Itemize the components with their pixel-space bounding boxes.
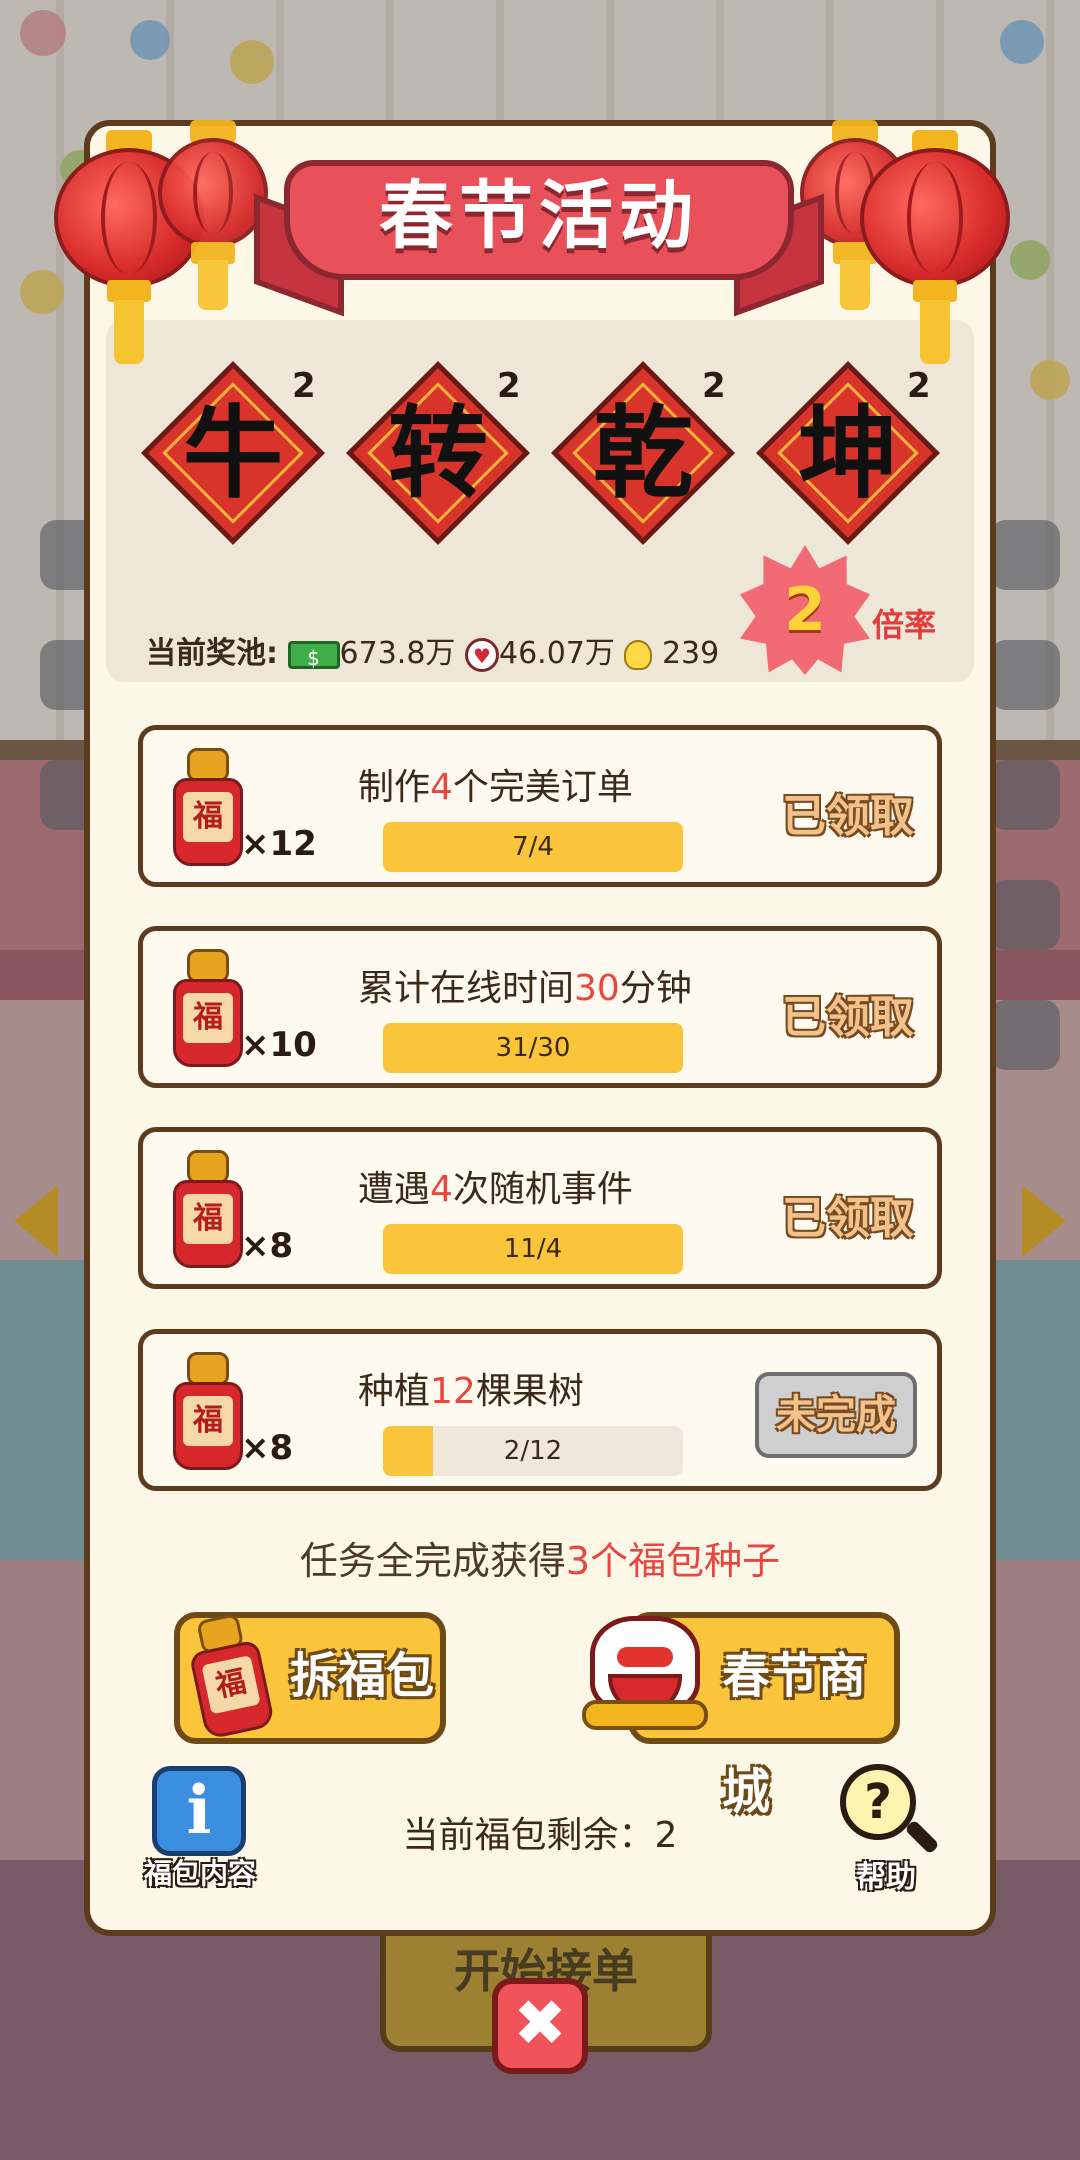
pool-label: 当前奖池: xyxy=(146,636,278,671)
help-button[interactable]: ? xyxy=(840,1764,916,1840)
progress-text: 2/12 xyxy=(503,1436,563,1466)
open-fu-bag-label: 拆福包 xyxy=(290,1648,435,1704)
fu-bag-icon: 福 xyxy=(173,1150,243,1268)
reward-count: ×8 xyxy=(241,1428,294,1468)
claimed-status: 已领取 xyxy=(782,1193,914,1244)
task-text: 累计在线时间30分钟 xyxy=(358,968,692,1009)
task-text: 制作4个完美订单 xyxy=(358,767,633,808)
card-count: 2 xyxy=(702,366,726,406)
progress-bar: 11/4 xyxy=(383,1224,683,1274)
heart-icon: ♥ xyxy=(464,637,499,672)
reward-count: ×10 xyxy=(241,1025,317,1065)
fu-bag-icon: 福 xyxy=(173,949,243,1067)
multiplier-badge: 2 xyxy=(740,545,870,675)
pool-money: 673.8万 xyxy=(339,636,456,671)
progress-bar: 31/30 xyxy=(383,1023,683,1073)
reward-count: ×12 xyxy=(241,824,317,864)
lantern-icon xyxy=(860,130,1010,370)
fu-bag-icon: 福 xyxy=(182,1610,276,1740)
close-button[interactable]: ✖ xyxy=(492,1978,588,2074)
money-icon: $ xyxy=(287,640,340,670)
pool-heart: 46.07万 xyxy=(498,636,615,671)
progress-bar: 2/12 xyxy=(383,1426,683,1476)
progress-bar: 7/4 xyxy=(383,822,683,872)
fu-bag-icon: 福 xyxy=(173,1352,243,1470)
reward-count: ×8 xyxy=(241,1226,294,1266)
task-card: 福 ×8 遭遇4次随机事件 11/4 已领取 xyxy=(138,1127,942,1289)
task-text: 种植12棵果树 xyxy=(358,1371,584,1412)
lion-dance-icon xyxy=(582,1610,708,1740)
fu-bag-icon: 福 xyxy=(173,748,243,866)
multiplier-value: 2 xyxy=(784,575,826,645)
lantern-icon xyxy=(158,120,268,320)
task-card: 福 ×8 种植12棵果树 2/12 未完成 xyxy=(138,1329,942,1491)
task-card: 福 ×12 制作4个完美订单 7/4 已领取 xyxy=(138,725,942,887)
task-text: 遭遇4次随机事件 xyxy=(358,1169,633,1210)
multiplier-label: 倍率 xyxy=(872,606,937,644)
progress-text: 11/4 xyxy=(503,1234,563,1264)
completion-reward-text: 任务全完成获得3个福包种子 xyxy=(299,1539,781,1583)
card-count: 2 xyxy=(497,366,521,406)
bulb-icon xyxy=(624,639,653,670)
help-label: 帮助 xyxy=(856,1860,916,1895)
prize-pool: 当前奖池: $673.8万 ♥ 46.07万 239 xyxy=(146,628,719,672)
progress-text: 31/30 xyxy=(495,1033,571,1063)
spring-shop-label: 春节商城 xyxy=(722,1648,867,1820)
claimed-status: 已领取 xyxy=(782,791,914,842)
card-count: 2 xyxy=(292,366,316,406)
fu-bag-info-label: 福包内容 xyxy=(143,1857,256,1890)
card-count: 2 xyxy=(907,366,931,406)
pool-bulb: 239 xyxy=(661,636,720,671)
progress-text: 7/4 xyxy=(512,832,554,862)
open-fu-bag-button[interactable]: 福 拆福包 xyxy=(174,1612,446,1744)
task-card: 福 ×10 累计在线时间30分钟 31/30 已领取 xyxy=(138,926,942,1088)
incomplete-button[interactable]: 未完成 xyxy=(755,1372,917,1458)
title-banner: 春节活动 xyxy=(254,140,824,317)
page-title: 春节活动 xyxy=(379,173,699,259)
claimed-status: 已领取 xyxy=(782,992,914,1043)
